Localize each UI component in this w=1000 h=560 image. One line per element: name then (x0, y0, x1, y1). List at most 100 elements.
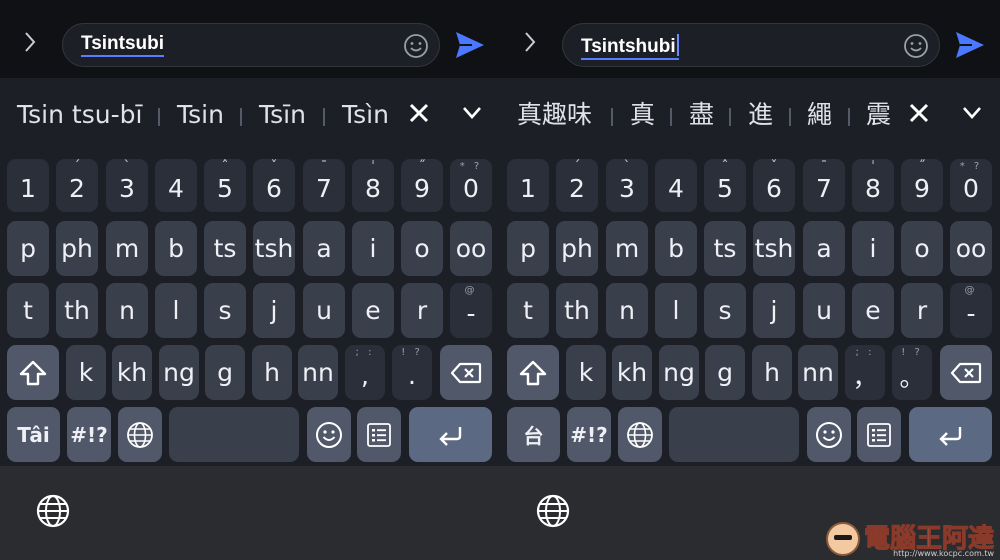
key-e[interactable]: e (852, 283, 894, 338)
chevron-right-icon[interactable] (520, 30, 540, 54)
send-icon[interactable] (954, 30, 986, 60)
suggestion-item[interactable]: Tsin tsu-bī (17, 100, 142, 130)
key-o[interactable]: o (401, 221, 443, 276)
key-g[interactable]: g (205, 345, 245, 400)
key-6[interactable]: ˇ6 (253, 159, 295, 212)
key-th[interactable]: th (556, 283, 598, 338)
key-l[interactable]: l (655, 283, 697, 338)
key-r[interactable]: r (901, 283, 943, 338)
language-key[interactable]: Tâi (7, 407, 60, 462)
key-hyphen[interactable]: @ - (450, 283, 492, 338)
key-4[interactable]: 4 (655, 159, 697, 212)
key-ts[interactable]: ts (704, 221, 746, 276)
key-kh[interactable]: kh (112, 345, 152, 400)
key-k[interactable]: k (566, 345, 606, 400)
suggestion-item[interactable]: 真 (630, 100, 655, 130)
send-icon[interactable] (454, 30, 486, 60)
globe-key[interactable] (118, 407, 162, 462)
key-hyphen[interactable]: @ - (950, 283, 992, 338)
key-3[interactable]: ˋ3 (606, 159, 648, 212)
key-ng[interactable]: ng (659, 345, 699, 400)
chevron-down-icon[interactable] (962, 106, 982, 120)
enter-key[interactable] (409, 407, 492, 462)
close-icon[interactable] (408, 102, 430, 124)
key-8[interactable]: ˈ8 (352, 159, 394, 212)
key-h[interactable]: h (252, 345, 292, 400)
key-j[interactable]: j (253, 283, 295, 338)
key-r[interactable]: r (401, 283, 443, 338)
key-kh[interactable]: kh (612, 345, 652, 400)
key-6[interactable]: ˇ6 (753, 159, 795, 212)
key-comma[interactable]: ; :， (845, 345, 885, 400)
key-0[interactable]: * ? 0 (950, 159, 992, 212)
suggestion-item[interactable]: 真趣味 (517, 100, 592, 130)
language-key[interactable]: 台 (507, 407, 560, 462)
key-ng[interactable]: ng (159, 345, 199, 400)
key-a[interactable]: a (303, 221, 345, 276)
key-o[interactable]: o (901, 221, 943, 276)
key-period[interactable]: ! ?. (392, 345, 432, 400)
suggestion-item[interactable]: Tsìn (342, 100, 389, 130)
suggestion-item[interactable]: 盡 (689, 100, 714, 130)
key-ts[interactable]: ts (204, 221, 246, 276)
key-s[interactable]: s (704, 283, 746, 338)
shift-key[interactable] (507, 345, 559, 400)
suggestion-item[interactable]: 繩 (807, 100, 832, 130)
key-b[interactable]: b (655, 221, 697, 276)
key-n[interactable]: n (106, 283, 148, 338)
chevron-right-icon[interactable] (20, 30, 40, 54)
key-tsh[interactable]: tsh (253, 221, 295, 276)
key-b[interactable]: b (155, 221, 197, 276)
emoji-key[interactable] (307, 407, 351, 462)
clipboard-key[interactable] (857, 407, 901, 462)
message-input[interactable]: Tsintsubi (62, 23, 440, 67)
key-0[interactable]: * ? 0 (450, 159, 492, 212)
globe-icon[interactable] (536, 494, 570, 528)
key-ph[interactable]: ph (56, 221, 98, 276)
suggestion-item[interactable]: Tsīn (259, 100, 306, 130)
backspace-key[interactable] (940, 345, 992, 400)
clipboard-key[interactable] (357, 407, 401, 462)
key-oo[interactable]: oo (450, 221, 492, 276)
emoji-key[interactable] (807, 407, 851, 462)
globe-icon[interactable] (36, 494, 70, 528)
key-k[interactable]: k (66, 345, 106, 400)
key-p[interactable]: p (7, 221, 49, 276)
key-m[interactable]: m (106, 221, 148, 276)
key-comma[interactable]: ; :, (345, 345, 385, 400)
key-e[interactable]: e (352, 283, 394, 338)
space-key[interactable] (669, 407, 799, 462)
key-4[interactable]: 4 (155, 159, 197, 212)
key-p[interactable]: p (507, 221, 549, 276)
key-j[interactable]: j (753, 283, 795, 338)
key-1[interactable]: 1 (507, 159, 549, 212)
key-u[interactable]: u (303, 283, 345, 338)
suggestion-item[interactable]: 震 (866, 100, 891, 130)
shift-key[interactable] (7, 345, 59, 400)
key-g[interactable]: g (705, 345, 745, 400)
symbols-key[interactable]: #!? (567, 407, 611, 462)
chevron-down-icon[interactable] (462, 106, 482, 120)
key-period[interactable]: ! ?。 (892, 345, 932, 400)
key-m[interactable]: m (606, 221, 648, 276)
suggestion-item[interactable]: Tsin (177, 100, 224, 130)
close-icon[interactable] (908, 102, 930, 124)
key-9[interactable]: ˝ 9 (901, 159, 943, 212)
key-h[interactable]: h (752, 345, 792, 400)
key-nn[interactable]: nn (298, 345, 338, 400)
smiley-icon[interactable] (403, 33, 429, 59)
enter-key[interactable] (909, 407, 992, 462)
key-nn[interactable]: nn (798, 345, 838, 400)
symbols-key[interactable]: #!? (67, 407, 111, 462)
key-7[interactable]: ˉ7 (303, 159, 345, 212)
key-t[interactable]: t (507, 283, 549, 338)
key-3[interactable]: ˋ3 (106, 159, 148, 212)
key-7[interactable]: ˉ7 (803, 159, 845, 212)
key-u[interactable]: u (803, 283, 845, 338)
key-th[interactable]: th (56, 283, 98, 338)
key-8[interactable]: ˈ8 (852, 159, 894, 212)
key-i[interactable]: i (352, 221, 394, 276)
key-9[interactable]: ˝ 9 (401, 159, 443, 212)
key-a[interactable]: a (803, 221, 845, 276)
key-s[interactable]: s (204, 283, 246, 338)
